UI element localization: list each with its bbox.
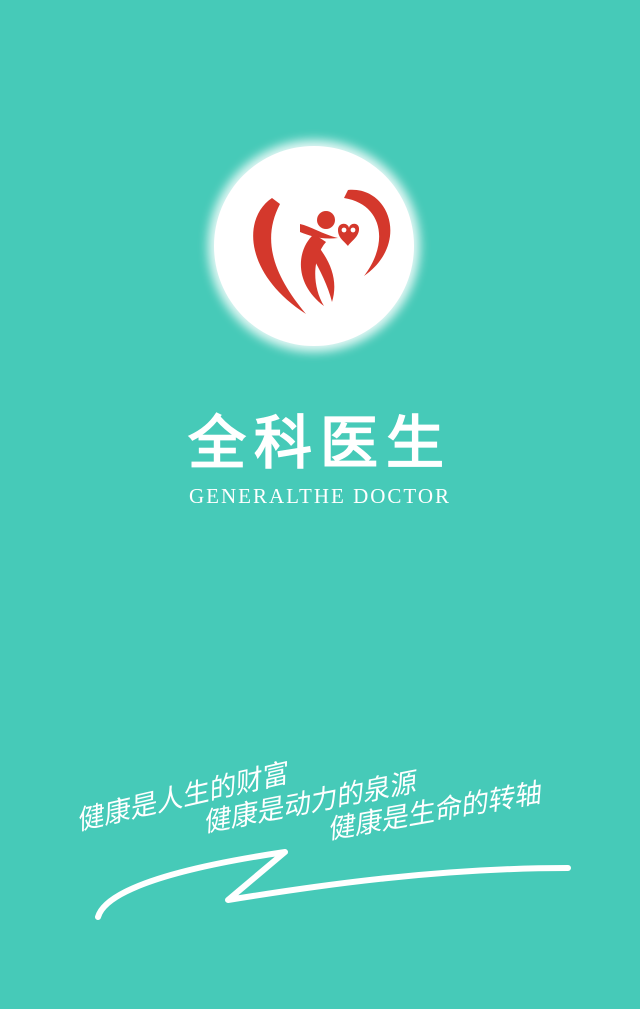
- splash-screen: 全科医生 GENERALTHE DOCTOR 健康是人生的财富 健康是动力的泉源…: [0, 0, 640, 1009]
- app-logo: [214, 146, 414, 346]
- heart-figure-logo-icon: [253, 189, 391, 314]
- app-subtitle: GENERALTHE DOCTOR: [188, 484, 452, 508]
- app-title: 全科医生: [187, 409, 452, 477]
